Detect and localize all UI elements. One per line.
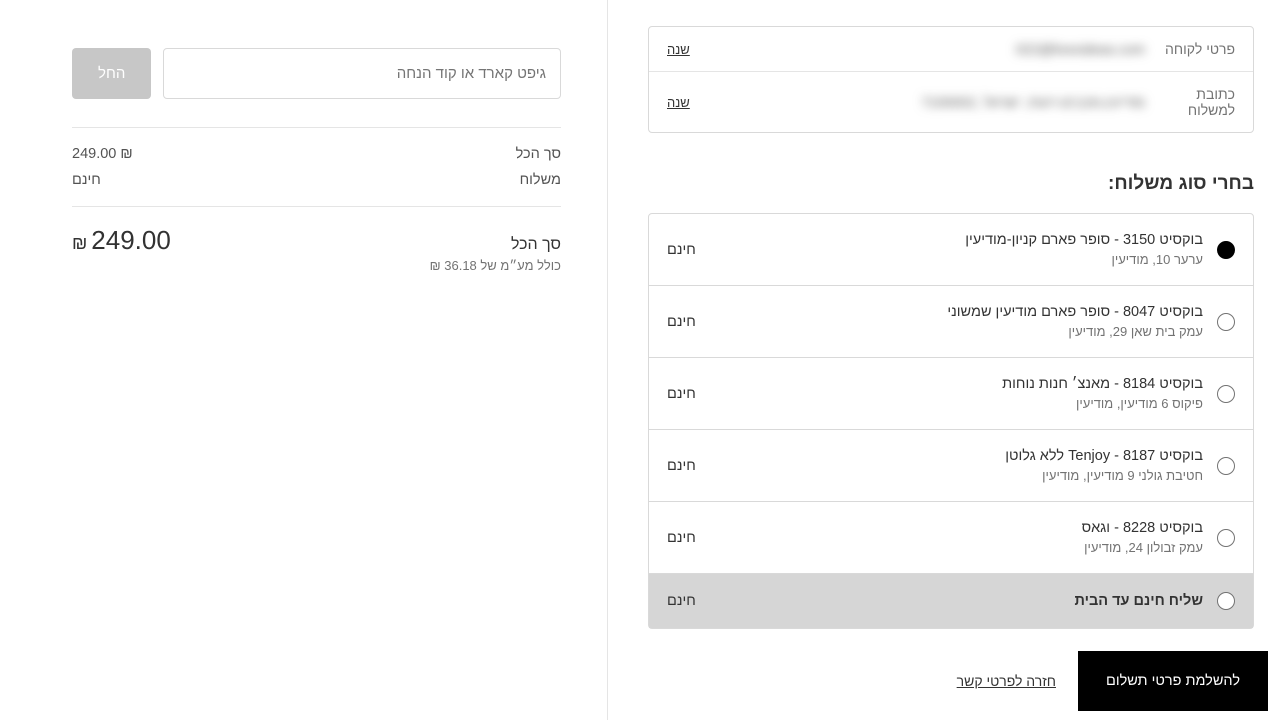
option-subtitle: חטיבת גולני 9 מודיעין, מודיעין [710,468,1203,483]
option-title: בוקסיט 3150 - סופר פארם קניון-מודיעין [710,232,1203,248]
info-row-customer: פרטי לקוחה 022@livexideas.com שנה [649,27,1253,71]
radio-icon [1217,592,1235,610]
option-subtitle: ערער 10, מודיעין [710,252,1203,267]
info-label-shipping: כתובת למשלוח [1163,86,1235,118]
option-text: בוקסיט 8187 - Tenjoy ללא גלוטן חטיבת גולנ… [710,448,1203,483]
summary-subtotal-value: 249.00 ₪ [72,146,133,162]
change-customer-link[interactable]: שנה [667,42,690,57]
option-subtitle: עמק זבולון 24, מודיעין [710,540,1203,555]
option-title: בוקסיט 8228 - וגאס [710,520,1203,536]
continue-payment-button[interactable]: להשלמת פרטי תשלום [1078,651,1268,711]
promo-row: החל [72,48,561,99]
shipping-option[interactable]: שליח חינם עד הבית חינם [649,573,1253,628]
shipping-option[interactable]: בוקסיט 3150 - סופר פארם קניון-מודיעין ערע… [649,214,1253,285]
option-subtitle: פיקוס 6 מודיעין, מודיעין [710,396,1203,411]
option-price: חינם [667,314,696,330]
option-title: שליח חינם עד הבית [710,593,1203,609]
radio-icon [1217,313,1235,331]
option-price: חינם [667,386,696,402]
summary-shipping-label: משלוח [520,172,561,188]
order-summary-sidebar: החל סך הכל 249.00 ₪ משלוח חינם סך הכל ₪2… [0,0,608,720]
summary-subtotal-label: סך הכל [516,146,561,162]
shipping-section-title: בחרי סוג משלוח: [648,173,1254,195]
option-price: חינם [667,458,696,474]
option-title: בוקסיט 8184 - מאנצ׳ חנות נוחות [710,376,1203,392]
option-text: בוקסיט 3150 - סופר פארם קניון-מודיעין ערע… [710,232,1203,267]
radio-icon [1217,529,1235,547]
shipping-option[interactable]: בוקסיט 8228 - וגאס עמק זבולון 24, מודיעין… [649,501,1253,573]
radio-icon [1217,385,1235,403]
summary-shipping-row: משלוח חינם [72,172,561,188]
shipping-option[interactable]: בוקסיט 8187 - Tenjoy ללא גלוטן חטיבת גולנ… [649,429,1253,501]
shipping-options: בוקסיט 3150 - סופר פארם קניון-מודיעין ערע… [648,213,1254,629]
shipping-option[interactable]: בוקסיט 8184 - מאנצ׳ חנות נוחות פיקוס 6 מו… [649,357,1253,429]
option-title: בוקסיט 8187 - Tenjoy ללא גלוטן [710,448,1203,464]
promo-code-input[interactable] [163,48,561,99]
divider [72,127,561,128]
back-to-contact-link[interactable]: חזרה לפרטי קשר [957,673,1056,689]
option-text: שליח חינם עד הבית [710,593,1203,609]
option-subtitle: עמק בית שאן 29, מודיעין [710,324,1203,339]
option-text: בוקסיט 8184 - מאנצ׳ חנות נוחות פיקוס 6 מו… [710,376,1203,411]
option-price: חינם [667,530,696,546]
summary-total-block: סך הכל ₪249.00 כולל מע״מ של 36.18 ₪ [72,206,561,273]
option-text: בוקסיט 8047 - סופר פארם מודיעין שמשוני עמ… [710,304,1203,339]
change-shipping-link[interactable]: שנה [667,95,690,110]
option-price: חינם [667,593,696,609]
summary-total-label: סך הכל [511,236,561,254]
summary-subtotal-row: סך הכל 249.00 ₪ [72,146,561,162]
footer-actions: להשלמת פרטי תשלום חזרה לפרטי קשר [634,651,1254,711]
info-value-customer: 022@livexideas.com [708,41,1145,57]
summary-total-amount: ₪249.00 [72,225,171,256]
radio-icon [1217,241,1235,259]
option-text: בוקסיט 8228 - וגאס עמק זבולון 24, מודיעין [710,520,1203,555]
info-row-shipping: כתובת למשלוח 7100002, מודיעין-מכבים-רעות… [649,71,1253,132]
info-label-customer: פרטי לקוחה [1163,41,1235,57]
summary-shipping-value: חינם [72,172,101,188]
option-title: בוקסיט 8047 - סופר פארם מודיעין שמשוני [710,304,1203,320]
customer-info-box: פרטי לקוחה 022@livexideas.com שנה כתובת … [648,26,1254,133]
tax-note: כולל מע״מ של 36.18 ₪ [72,258,561,273]
shipping-option[interactable]: בוקסיט 8047 - סופר פארם מודיעין שמשוני עמ… [649,285,1253,357]
radio-icon [1217,457,1235,475]
apply-promo-button[interactable]: החל [72,48,151,99]
option-price: חינם [667,242,696,258]
info-value-shipping: 7100002, מודיעין-מכבים-רעות, ישראל [708,94,1145,110]
